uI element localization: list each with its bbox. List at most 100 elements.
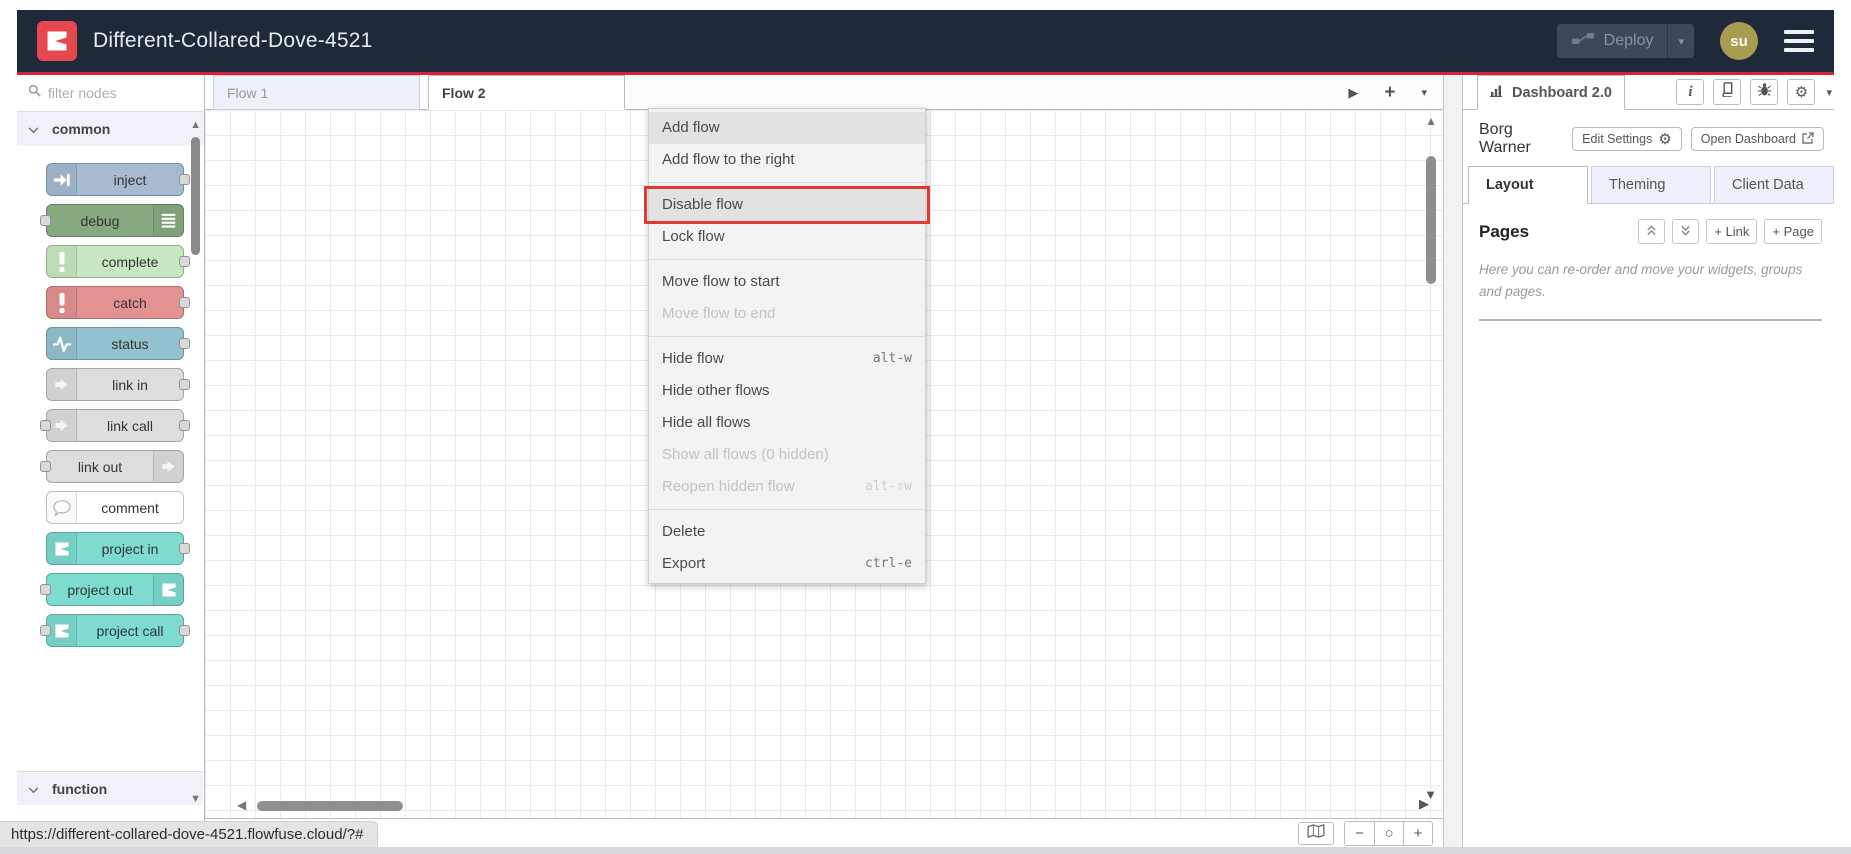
config-tab-button[interactable]: ⚙: [1787, 79, 1816, 105]
debug-tab-button[interactable]: [1750, 79, 1779, 105]
zoom-reset-button[interactable]: ○: [1374, 821, 1403, 845]
right-sidebar: Dashboard 2.0 i ⚙ ▾ Borg Warner Edit Set…: [1463, 75, 1834, 847]
menu-item-delete[interactable]: Delete: [649, 516, 925, 548]
dashboard-tab-layout[interactable]: Layout: [1468, 166, 1588, 204]
add-flow-button[interactable]: +: [1384, 82, 1395, 104]
input-port[interactable]: [40, 214, 51, 226]
canvas-vscrollbar-thumb[interactable]: [1426, 156, 1436, 284]
tab-scroll-right-icon[interactable]: ▶: [1348, 85, 1358, 101]
flow-tab-flow-1[interactable]: Flow 1: [213, 75, 420, 110]
workspace: Flow 1 Flow 2 ▶ + ▾ ◀ ▶ ▲ ▼ Add flow Add f…: [205, 75, 1443, 847]
edit-settings-button[interactable]: Edit Settings ⚙: [1572, 127, 1682, 151]
output-port[interactable]: [179, 624, 190, 636]
sidebar-tabs-caret-icon[interactable]: ▾: [1826, 86, 1832, 99]
menu-item-label: Delete: [662, 523, 706, 540]
menu-item-hide-other-flows[interactable]: Hide other flows: [649, 375, 925, 407]
flowfuse-icon: [47, 533, 77, 564]
main-menu-button[interactable]: [1784, 30, 1814, 52]
palette-node-comment[interactable]: comment: [46, 491, 184, 524]
zoom-out-button[interactable]: −: [1345, 821, 1374, 845]
flowfuse-logo-icon[interactable]: [37, 21, 77, 61]
menu-item-label: Disable flow: [662, 196, 743, 213]
menu-item-move-flow-to-start[interactable]: Move flow to start: [649, 266, 925, 298]
palette-scroll-down-icon[interactable]: ▼: [190, 793, 201, 805]
deploy-icon: [1571, 31, 1595, 51]
sidebar-resize-handle[interactable]: [1443, 75, 1463, 847]
palette-node-link-out[interactable]: link out: [40, 450, 184, 483]
palette-scroll-up-icon[interactable]: ▲: [190, 119, 201, 131]
output-port[interactable]: [179, 337, 190, 349]
input-port[interactable]: [40, 624, 51, 636]
output-port[interactable]: [179, 378, 190, 390]
expand-all-button[interactable]: [1672, 219, 1700, 244]
dashboard-tab-client-data[interactable]: Client Data: [1714, 166, 1834, 204]
input-port[interactable]: [40, 583, 51, 595]
add-page-button[interactable]: + Page: [1764, 219, 1822, 244]
menu-item-hide-flow[interactable]: Hide flow alt-w: [649, 343, 925, 375]
palette-node-project-out[interactable]: project out: [40, 573, 184, 606]
input-port[interactable]: [40, 460, 51, 472]
palette-node-status[interactable]: status: [46, 327, 190, 360]
dashboard-tab-theming[interactable]: Theming: [1591, 166, 1711, 204]
menu-item-disable-flow[interactable]: Disable flow: [644, 186, 930, 224]
palette-node-link-in[interactable]: link in: [46, 368, 190, 401]
output-port[interactable]: [179, 542, 190, 554]
canvas-hscrollbar-thumb[interactable]: [257, 801, 403, 811]
palette-category-function[interactable]: function: [17, 771, 203, 805]
palette-node-debug[interactable]: debug: [40, 204, 184, 237]
palette-scrollbar-thumb[interactable]: [191, 137, 200, 255]
menu-item-hide-all-flows[interactable]: Hide all flows: [649, 407, 925, 439]
exclamation-icon: [47, 287, 77, 318]
menu-item-add-flow-to-the-right[interactable]: Add flow to the right: [649, 144, 925, 176]
help-tab-button[interactable]: [1713, 79, 1742, 105]
menu-item-lock-flow[interactable]: Lock flow: [649, 221, 925, 253]
inject-icon: [47, 164, 77, 195]
menu-item-shortcut: alt-w: [872, 351, 912, 366]
menu-item-add-flow[interactable]: Add flow: [649, 112, 925, 144]
output-port[interactable]: [179, 255, 190, 267]
output-port[interactable]: [179, 296, 190, 308]
output-port[interactable]: [179, 419, 190, 431]
list-icon: [153, 205, 183, 236]
add-link-button[interactable]: + Link: [1706, 219, 1758, 244]
deploy-options-caret[interactable]: ▾: [1667, 24, 1694, 58]
menu-item-export[interactable]: Export ctrl-e: [649, 548, 925, 580]
menu-item-label: Hide other flows: [662, 382, 770, 399]
deploy-button[interactable]: Deploy ▾: [1556, 24, 1694, 58]
canvas-scroll-up-icon[interactable]: ▲: [1425, 114, 1437, 128]
output-port[interactable]: [179, 173, 190, 185]
palette-node-link-call[interactable]: link call: [40, 409, 190, 442]
zoom-in-button[interactable]: +: [1403, 821, 1432, 845]
flow-tab-flow-2[interactable]: Flow 2: [428, 75, 625, 110]
user-avatar[interactable]: su: [1720, 22, 1758, 60]
flow-list-caret-icon[interactable]: ▾: [1421, 86, 1427, 99]
palette-node-complete[interactable]: complete: [46, 245, 190, 278]
palette-node-project-call[interactable]: project call: [40, 614, 190, 647]
pages-heading: Pages: [1479, 221, 1530, 241]
menu-item-label: Hide all flows: [662, 414, 751, 431]
app-window: Different-Collared-Dove-4521 Deploy ▾ su: [17, 10, 1834, 847]
palette-category-common[interactable]: common: [17, 112, 204, 146]
zoom-controls: − ○ +: [1344, 820, 1433, 846]
collapse-all-button[interactable]: [1638, 219, 1666, 244]
canvas-scroll-left-icon[interactable]: ◀: [237, 798, 246, 812]
sidebar-tab-dashboard[interactable]: Dashboard 2.0: [1477, 75, 1625, 110]
menu-item-label: Add flow to the right: [662, 151, 795, 168]
palette-node-label: link in: [112, 376, 148, 393]
node-palette: filter nodes common inject debug complete c…: [17, 75, 205, 847]
palette-node-label: debug: [80, 212, 120, 229]
palette-node-catch[interactable]: catch: [46, 286, 190, 319]
canvas-scroll-down-icon[interactable]: ▼: [1424, 787, 1437, 802]
input-port[interactable]: [40, 419, 51, 431]
open-dashboard-button[interactable]: Open Dashboard: [1690, 127, 1824, 151]
menu-separator: [649, 182, 925, 183]
palette-node-project-in[interactable]: project in: [46, 532, 190, 565]
flowfuse-icon: [47, 615, 77, 646]
link-icon: [47, 369, 77, 400]
minimap-toggle-button[interactable]: [1298, 821, 1334, 845]
palette-node-inject[interactable]: inject: [46, 163, 190, 196]
link-icon: [47, 410, 77, 441]
map-icon: [1307, 823, 1325, 843]
info-tab-button[interactable]: i: [1676, 79, 1705, 105]
palette-search[interactable]: filter nodes: [17, 75, 204, 112]
